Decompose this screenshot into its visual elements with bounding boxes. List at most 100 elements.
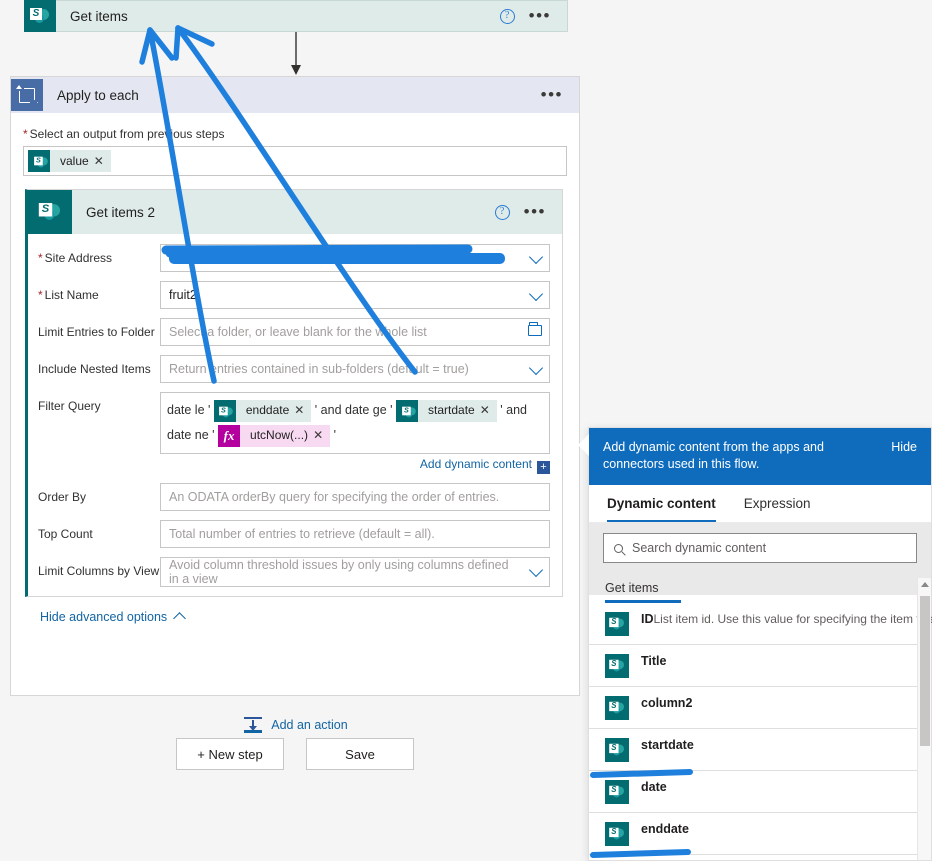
panel-scrollbar[interactable]: [917, 578, 931, 860]
filter-query-text: ' and date ge ': [311, 403, 397, 417]
save-button[interactable]: Save: [306, 738, 414, 770]
field-label-include-nested-items: Include Nested Items: [38, 362, 151, 376]
dynamic-content-item[interactable]: S Title: [589, 645, 931, 687]
add-an-action-button[interactable]: Add an action: [11, 717, 581, 733]
function-icon: fx: [218, 424, 241, 447]
field-row-filter-query: Filter Query date le ' Senddate ✕ ' and d…: [38, 392, 550, 474]
more-menu-icon[interactable]: •••: [524, 203, 546, 220]
dynamic-content-item[interactable]: Sdate: [589, 771, 931, 813]
limit-columns-by-view-input[interactable]: Avoid column threshold issues by only us…: [160, 557, 550, 587]
close-icon[interactable]: ✕: [94, 154, 111, 168]
sharepoint-icon: S: [28, 150, 50, 172]
filter-query-text: ': [330, 428, 336, 442]
help-icon[interactable]: ?: [499, 8, 515, 24]
scroll-up-icon[interactable]: [921, 582, 929, 587]
required-asterisk: *: [38, 251, 43, 265]
filter-query-text: date le ': [167, 403, 214, 417]
apply-to-each-body: * Select an output from previous steps S …: [11, 113, 579, 176]
dynamic-content-item[interactable]: S IDList item id. Use this value for spec…: [589, 603, 932, 645]
panel-callout-arrow: [578, 434, 589, 456]
tab-expression[interactable]: Expression: [744, 485, 811, 522]
field-label-site-address: * Site Address: [38, 251, 113, 265]
token-label: utcNow(...): [250, 428, 309, 443]
flow-designer-screen: S Get items ? ••• Apply to each ••• * Se…: [0, 0, 932, 861]
search-dynamic-content-input[interactable]: Search dynamic content: [603, 533, 917, 563]
top-count-input[interactable]: Total number of entries to retrieve (def…: [160, 520, 550, 548]
folder-icon[interactable]: [528, 322, 542, 336]
hide-advanced-options-label: Hide advanced options: [40, 610, 168, 624]
dynamic-token-startdate[interactable]: Sstartdate ✕: [396, 398, 497, 423]
more-menu-icon[interactable]: •••: [529, 7, 551, 24]
field-label-order-by: Order By: [38, 490, 87, 504]
field-row-limit-entries-to-folder: Limit Entries to Folder Select a folder,…: [38, 318, 550, 346]
item-text: date: [641, 779, 917, 794]
close-icon[interactable]: ✕: [480, 398, 497, 423]
tab-dynamic-content[interactable]: Dynamic content: [607, 485, 716, 522]
insert-action-icon: [244, 717, 263, 733]
item-name: date: [641, 780, 667, 794]
redacted-value: [169, 252, 505, 264]
sharepoint-icon: S: [605, 612, 629, 636]
order-by-input[interactable]: An ODATA orderBy query for specifying th…: [160, 483, 550, 511]
add-dynamic-content-label[interactable]: Add dynamic content: [420, 457, 532, 471]
field-label-filter-query: Filter Query: [38, 399, 101, 413]
select-output-input[interactable]: S value ✕: [23, 146, 567, 176]
limit-entries-to-folder-input[interactable]: Select a folder, or leave blank for the …: [160, 318, 550, 346]
dynamic-token-value[interactable]: S value ✕: [28, 150, 111, 172]
include-nested-items-input[interactable]: Return entries contained in sub-folders …: [160, 355, 550, 383]
new-step-button[interactable]: + New step: [176, 738, 284, 770]
sharepoint-icon: S: [605, 696, 629, 720]
filter-query-input[interactable]: date le ' Senddate ✕ ' and date ge ' Ssta…: [160, 392, 550, 454]
apply-to-each-header[interactable]: Apply to each •••: [11, 77, 579, 113]
more-menu-icon[interactable]: •••: [541, 86, 563, 103]
item-name: ID: [641, 612, 654, 626]
close-icon[interactable]: ✕: [313, 423, 330, 448]
scrollbar-thumb[interactable]: [920, 596, 930, 746]
field-label-list-name: * List Name: [38, 288, 99, 302]
token-label: enddate: [245, 403, 290, 418]
field-label-top-count: Top Count: [38, 527, 93, 541]
sharepoint-icon: S: [396, 399, 419, 422]
dynamic-content-item[interactable]: Scolumn2: [589, 687, 931, 729]
apply-to-each-title: Apply to each: [57, 87, 139, 103]
list-name-input[interactable]: fruit2: [160, 281, 550, 309]
item-text: column2: [641, 695, 917, 710]
hide-panel-button[interactable]: Hide: [891, 439, 917, 456]
required-asterisk: *: [38, 288, 43, 302]
site-address-input[interactable]: [160, 244, 550, 272]
sharepoint-icon: S: [28, 190, 72, 234]
dynamic-content-item[interactable]: Sstartdate: [589, 729, 931, 771]
action-card-apply-to-each[interactable]: Apply to each ••• * Select an output from…: [10, 76, 580, 733]
plus-icon[interactable]: +: [537, 461, 550, 474]
search-placeholder: Search dynamic content: [632, 541, 767, 555]
field-label-limit-entries-to-folder: Limit Entries to Folder: [38, 325, 155, 339]
field-control-site-address: [160, 244, 550, 272]
help-icon[interactable]: ?: [494, 204, 510, 220]
add-dynamic-content-link[interactable]: Add dynamic content +: [160, 457, 550, 474]
required-asterisk: *: [23, 127, 28, 141]
sharepoint-icon: S: [213, 399, 236, 422]
get-items-2-body: * Site Address * List Name fruit2 Limit …: [28, 234, 562, 625]
get-items-2-title: Get items 2: [86, 204, 156, 220]
item-name: Title: [641, 654, 667, 668]
sharepoint-icon: S: [24, 0, 56, 32]
dynamic-content-item[interactable]: Senddate: [589, 813, 931, 855]
card-actions: ? •••: [499, 7, 567, 24]
action-card-get-items[interactable]: S Get items ? •••: [24, 0, 568, 32]
select-output-label: * Select an output from previous steps: [23, 127, 225, 141]
dynamic-content-search-wrap: Search dynamic content: [589, 523, 931, 574]
field-row-top-count: Top Count Total number of entries to ret…: [38, 520, 550, 548]
expression-token-utcnow[interactable]: fx utcNow(...) ✕: [218, 423, 331, 448]
get-items-2-header[interactable]: S Get items 2 ? •••: [28, 190, 562, 234]
dynamic-content-tabs: Dynamic content Expression: [589, 485, 931, 523]
action-card-get-items-2[interactable]: S Get items 2 ? ••• * Site Address * Lis…: [25, 189, 563, 625]
sharepoint-icon: S: [605, 654, 629, 678]
sharepoint-icon: S: [605, 738, 629, 762]
dynamic-content-group-header: Get items: [589, 574, 931, 595]
close-icon[interactable]: ✕: [294, 398, 311, 423]
search-icon: [614, 543, 623, 553]
item-text: Title: [641, 653, 917, 668]
hide-advanced-options-link[interactable]: Hide advanced options: [40, 610, 187, 625]
dynamic-token-enddate[interactable]: Senddate ✕: [213, 398, 312, 423]
connector-arrow: [291, 32, 301, 75]
